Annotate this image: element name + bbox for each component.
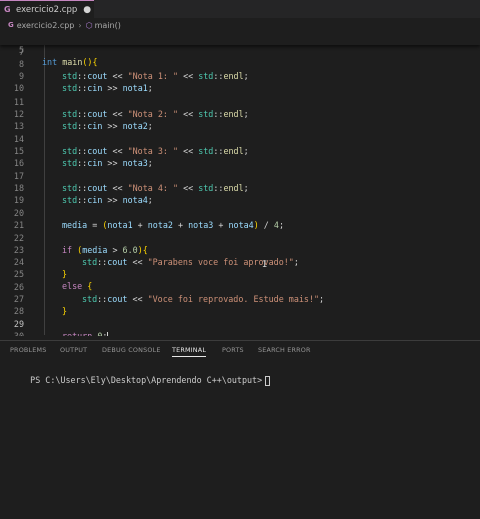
line-number: 5 (18, 45, 24, 55)
mouse-ibeam-icon: I (262, 260, 268, 270)
line-number: 12 (13, 109, 24, 119)
line-number: 19 (13, 195, 24, 205)
breadcrumb-symbol[interactable]: main() (95, 21, 121, 30)
terminal[interactable]: PS C:\Users\Ely\Desktop\Aprendendo C++\o… (10, 365, 271, 396)
editor-tab-bar: G exercicio2.cpp ● (0, 0, 480, 18)
line-number: 16 (13, 158, 24, 168)
line-number: 24 (13, 257, 24, 267)
tab-output[interactable]: OUTPUT (60, 346, 87, 354)
tab-problems[interactable]: PROBLEMS (10, 346, 46, 354)
line-number: 20 (13, 208, 24, 218)
chevron-right-icon: › (78, 20, 82, 30)
line-number: 10 (13, 83, 24, 93)
unsaved-dot-icon[interactable]: ● (83, 5, 91, 15)
line-number: 26 (13, 282, 24, 292)
file-tab[interactable]: G exercicio2.cpp ● (0, 0, 94, 18)
line-number: 17 (13, 171, 24, 181)
line-number: 28 (13, 306, 24, 316)
panel-tab-bar: PROBLEMS OUTPUT DEBUG CONSOLE TERMINAL P… (0, 341, 480, 359)
breadcrumb: G exercicio2.cpp › ⬡ main() (0, 18, 480, 32)
line-number: 15 (13, 146, 24, 156)
sticky-scroll-header[interactable]: 5 int main(){ (0, 32, 480, 67)
terminal-prompt: PS C:\Users\Ely\Desktop\Aprendendo C++\o… (30, 375, 263, 385)
line-number: 25 (13, 269, 24, 279)
line-number: 30 (13, 331, 24, 336)
cpp-file-icon: G (8, 21, 14, 29)
line-number: 14 (13, 134, 24, 144)
line-number: 11 (13, 97, 24, 107)
tab-ports[interactable]: PORTS (222, 346, 244, 354)
method-icon: ⬡ (85, 20, 93, 30)
cpp-file-icon: G (4, 5, 11, 14)
line-number: 22 (13, 233, 24, 243)
line-number: 13 (13, 121, 24, 131)
terminal-cursor (265, 375, 271, 386)
tab-search-error[interactable]: SEARCH ERROR (258, 346, 311, 354)
breadcrumb-file[interactable]: exercicio2.cpp (17, 21, 75, 30)
line-number: 29 (13, 319, 24, 329)
tab-debug-console[interactable]: DEBUG CONSOLE (102, 346, 161, 354)
code-editor[interactable]: 5 int main(){ 7 8 std::cout << "Nota 1: … (0, 32, 480, 336)
bottom-panel: PROBLEMS OUTPUT DEBUG CONSOLE TERMINAL P… (0, 340, 480, 519)
line-number: 23 (13, 245, 24, 255)
line-number: 27 (13, 294, 24, 304)
tab-terminal[interactable]: TERMINAL (172, 346, 207, 357)
line-number: 18 (13, 183, 24, 193)
line-number: 21 (13, 220, 24, 230)
code-line: int main(){ (42, 57, 98, 67)
file-tab-label: exercicio2.cpp (16, 4, 78, 15)
